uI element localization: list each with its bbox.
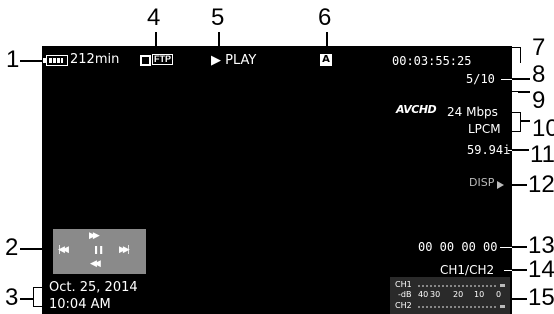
clip-counter-leader-out (512, 78, 530, 80)
meter-scale-30: 30 (430, 290, 441, 299)
meter-ch1-dots (418, 285, 498, 287)
meter-leader-out (512, 298, 527, 300)
recording-date: Oct. 25, 2014 (49, 280, 138, 295)
meter-ch1-peak (500, 284, 505, 287)
callout-12: 12 (528, 171, 554, 198)
pause-button[interactable]: II (94, 245, 104, 256)
battery-time: 212min (70, 52, 120, 67)
audio-level-meter: CH1 -dB CH2 40 30 20 10 0 (390, 277, 510, 314)
callout-4: 4 (147, 4, 161, 31)
callout-13: 13 (528, 232, 554, 259)
disp-arrow-icon (497, 181, 504, 189)
rewind-button[interactable]: ◀◀ (90, 260, 101, 269)
network-icon (140, 55, 151, 66)
bitrate: 24 Mbps (447, 105, 498, 119)
skip-forward-button[interactable]: ▶▶| (119, 246, 130, 255)
leader-3 (20, 298, 34, 300)
callout-10: 10 (532, 115, 554, 142)
leader-1 (20, 60, 44, 62)
datetime-bracket (33, 287, 48, 307)
leader-4 (155, 32, 157, 54)
callout-9: 9 (532, 87, 546, 114)
time-code-bracket (498, 47, 521, 63)
ftp-badge: FTP (152, 54, 173, 65)
meter-ch2-dots (418, 306, 498, 308)
disp-label: DISP (469, 176, 495, 189)
leader-2 (20, 248, 53, 250)
bitrate-bracket (506, 112, 521, 132)
meter-scale-40: 40 (418, 290, 429, 299)
callout-15: 15 (528, 284, 554, 311)
meter-ch2-peak (500, 305, 505, 308)
callout-6: 6 (318, 4, 332, 31)
meter-scale-0: 0 (496, 290, 502, 299)
playback-control-panel: ▶▶ |◀◀ II ▶▶| ◀◀ (53, 229, 146, 274)
clip-counter: 5/10 (466, 72, 495, 86)
battery-icon (43, 55, 68, 66)
auto-exposure-badge: A (320, 54, 332, 66)
disp-leader-out (508, 184, 527, 186)
channel-select: CH1/CH2 (440, 263, 495, 277)
callout-3: 3 (5, 284, 19, 311)
meter-scale-10: 10 (474, 290, 485, 299)
callout-1: 1 (6, 46, 20, 73)
avchd-logo: AVCHD (396, 103, 437, 116)
callout-14: 14 (528, 256, 554, 283)
callout-7: 7 (532, 34, 546, 61)
skip-back-button[interactable]: |◀◀ (58, 246, 69, 255)
avchd-leader-out (518, 91, 530, 93)
leader-6 (326, 32, 328, 54)
callout-11: 11 (530, 141, 554, 168)
time-code: 00:03:55:25 (392, 54, 472, 68)
meter-scale-20: 20 (453, 290, 464, 299)
playback-status: ▶ PLAY (211, 53, 257, 68)
callout-2: 2 (5, 234, 19, 261)
bitrate-leader-out (520, 120, 530, 122)
user-bit-leader-out (512, 246, 527, 248)
meter-ch1-label: CH1 (395, 280, 412, 289)
leader-5 (218, 32, 220, 54)
callout-8: 8 (532, 61, 546, 88)
channel-leader-out (512, 269, 527, 271)
avchd-bracket (404, 91, 518, 102)
fast-forward-button[interactable]: ▶▶ (89, 232, 100, 241)
meter-ch2-label: CH2 (395, 301, 412, 310)
recording-time: 10:04 AM (49, 297, 111, 312)
meter-db-label: -dB (398, 290, 412, 299)
user-bit-leader (500, 247, 512, 248)
channel-leader (504, 270, 512, 271)
user-bit: 00 00 00 00 (418, 240, 498, 254)
frame-rate: 59.94i (467, 143, 511, 157)
frame-rate-leader-out (512, 149, 529, 151)
callout-5: 5 (211, 4, 225, 31)
clip-counter-leader (501, 79, 512, 80)
audio-format: LPCM (468, 122, 501, 136)
